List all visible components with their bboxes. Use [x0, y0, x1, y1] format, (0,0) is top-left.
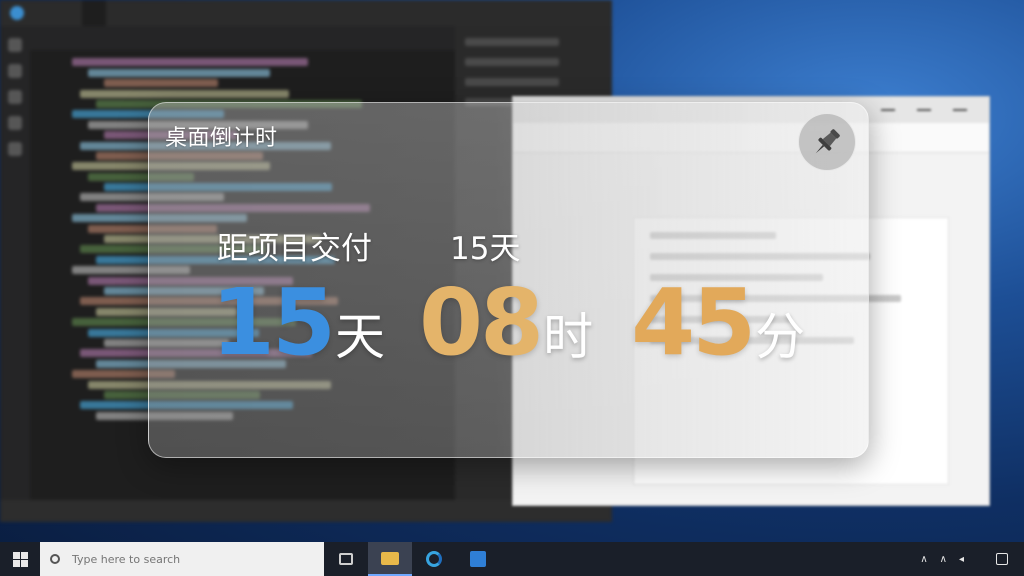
subtitle-label: 距项目交付 — [217, 231, 372, 267]
file-explorer-button[interactable] — [368, 542, 412, 576]
edge-icon — [426, 551, 442, 567]
start-button[interactable] — [0, 542, 40, 576]
editor-activity-bar — [0, 26, 30, 522]
extensions-icon — [8, 116, 22, 130]
line-numbers — [34, 56, 64, 500]
editor-titlebar — [0, 0, 612, 26]
hours-value: 08 — [419, 269, 544, 376]
taskbar: ∧ ∧ ◂ — [0, 542, 1024, 576]
chevron-up-icon[interactable]: ∧ — [920, 554, 927, 565]
days-unit: 天 — [335, 308, 386, 366]
days-value: 15 — [211, 269, 336, 376]
days-group: 15 天 — [211, 269, 385, 376]
pushpin-icon — [815, 129, 840, 154]
editor-logo-icon — [10, 6, 24, 20]
minutes-unit: 分 — [755, 308, 806, 366]
search-input[interactable] — [72, 552, 302, 566]
store-icon — [470, 551, 486, 567]
editor-tab — [34, 0, 58, 26]
store-button[interactable] — [456, 542, 500, 576]
subtitle-days: 15天 — [450, 231, 521, 267]
code-line — [80, 89, 289, 98]
code-line — [104, 79, 218, 88]
editor-tab-active — [82, 0, 106, 26]
network-icon[interactable]: ∧ — [940, 554, 947, 565]
hours-group: 08 时 — [419, 269, 593, 376]
countdown-widget: 桌面倒计时 距项目交付 15天 15 天 08 时 45 分 — [148, 102, 869, 458]
volume-icon[interactable]: ◂ — [959, 554, 964, 565]
hours-unit: 时 — [543, 308, 594, 366]
countdown-display: 15 天 08 时 45 分 — [211, 269, 805, 376]
taskbar-search[interactable] — [40, 542, 324, 576]
task-view-icon — [339, 553, 353, 565]
editor-tab — [58, 0, 82, 26]
debug-icon — [8, 142, 22, 156]
task-view-button[interactable] — [324, 542, 368, 576]
notification-icon[interactable] — [996, 553, 1008, 565]
search-icon — [50, 554, 60, 564]
search-icon — [8, 64, 22, 78]
source-control-icon — [8, 90, 22, 104]
code-line — [88, 68, 271, 77]
minutes-group: 45 分 — [631, 269, 805, 376]
code-line — [72, 58, 308, 67]
files-icon — [8, 38, 22, 52]
windows-logo-icon — [12, 551, 28, 567]
countdown-subtitle: 距项目交付 15天 — [217, 223, 520, 268]
folder-icon — [381, 551, 399, 565]
widget-title: 桌面倒计时 — [165, 126, 278, 151]
edge-button[interactable] — [412, 542, 456, 576]
system-tray: ∧ ∧ ◂ — [914, 542, 1024, 576]
pin-button[interactable] — [798, 113, 856, 171]
minutes-value: 45 — [631, 269, 756, 376]
